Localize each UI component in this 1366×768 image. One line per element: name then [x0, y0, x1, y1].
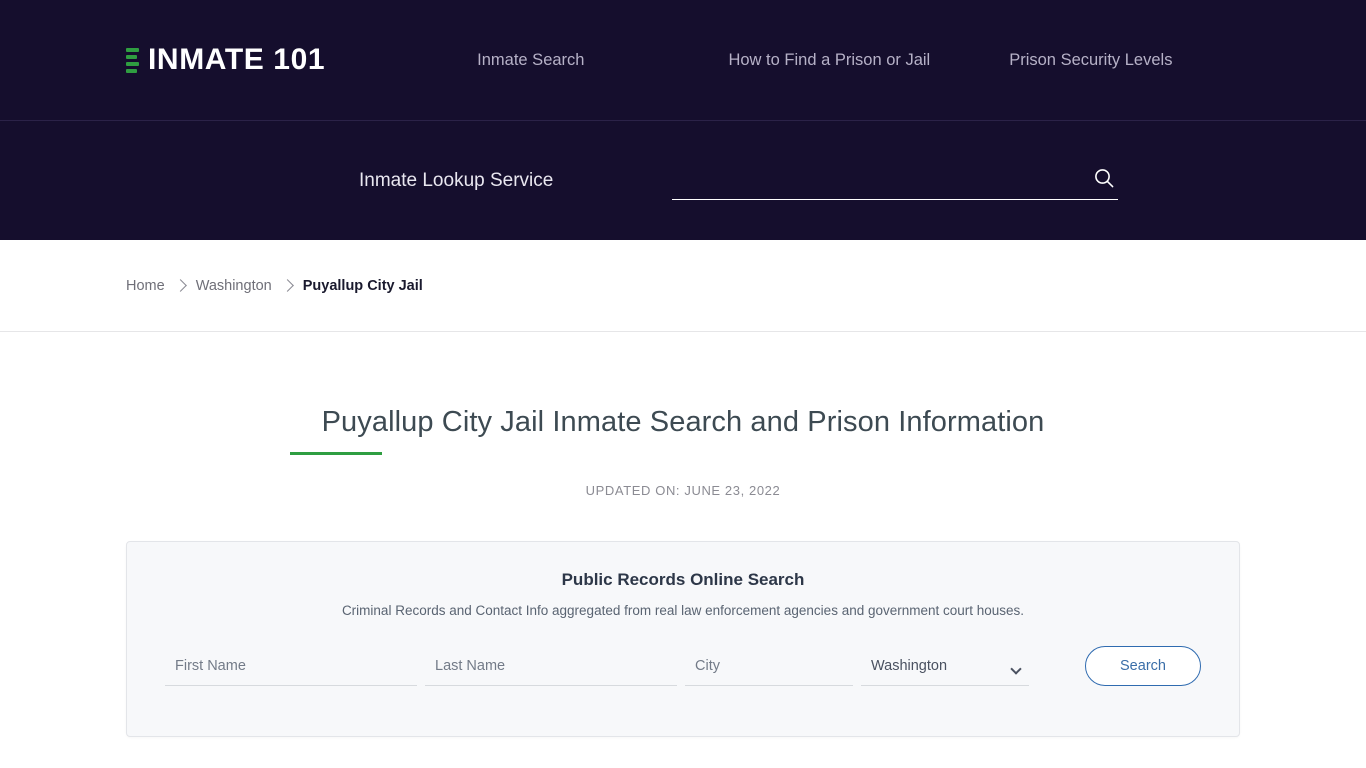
inmate-lookup-service-label: Inmate Lookup Service: [359, 169, 554, 191]
page-title: Puyallup City Jail Inmate Search and Pri…: [321, 406, 1045, 438]
title-accent-rule: [290, 452, 382, 456]
city-input[interactable]: [685, 652, 853, 687]
records-card-subtitle: Criminal Records and Contact Info aggreg…: [341, 603, 1025, 619]
public-records-form: Washington Search: [165, 646, 1201, 687]
main-navigation: Inmate Search How to Find a Prison or Ja…: [477, 45, 1172, 76]
state-select[interactable]: Washington: [861, 652, 1029, 687]
chevron-right-icon: [173, 279, 187, 292]
search-button[interactable]: Search: [1085, 646, 1201, 687]
chevron-right-icon: [280, 279, 294, 292]
first-name-field-wrapper: [165, 652, 417, 687]
site-header: INMATE 101 Inmate Search How to Find a P…: [0, 0, 1366, 240]
brand-logo[interactable]: INMATE 101: [126, 45, 325, 75]
search-icon: [1095, 168, 1114, 187]
search-submit-icon-button[interactable]: [1092, 166, 1116, 190]
breadcrumb-bar: Home Washington Puyallup City Jail: [0, 240, 1366, 332]
header-search-bar: Inmate Lookup Service: [0, 121, 1366, 240]
last-name-field-wrapper: [425, 652, 677, 687]
updated-on-text: UPDATED ON: JUNE 23, 2022: [585, 483, 781, 499]
records-card-title: Public Records Online Search: [561, 570, 805, 590]
nav-item-prison-security-levels[interactable]: Prison Security Levels: [1009, 45, 1172, 76]
first-name-input[interactable]: [165, 652, 417, 687]
main-content: Puyallup City Jail Inmate Search and Pri…: [0, 332, 1366, 738]
breadcrumb: Home Washington Puyallup City Jail: [126, 278, 423, 294]
state-field-wrapper: Washington: [861, 652, 1029, 687]
public-records-search-card: Public Records Online Search Criminal Re…: [126, 541, 1240, 738]
header-search-wrapper: [672, 161, 1119, 200]
logo-bars-icon: [126, 47, 139, 73]
header-top-bar: INMATE 101 Inmate Search How to Find a P…: [0, 0, 1366, 121]
city-field-wrapper: [685, 652, 853, 687]
nav-item-inmate-search[interactable]: Inmate Search: [477, 45, 584, 76]
brand-name: INMATE 101: [148, 43, 326, 76]
nav-item-how-to-find-a-prison-or-jail[interactable]: How to Find a Prison or Jail: [728, 45, 930, 76]
breadcrumb-item-current: Puyallup City Jail: [302, 277, 423, 294]
page-title-block: Puyallup City Jail Inmate Search and Pri…: [126, 332, 1240, 498]
breadcrumb-item-washington[interactable]: Washington: [196, 278, 272, 294]
breadcrumb-item-home[interactable]: Home: [126, 278, 165, 294]
search-input[interactable]: [672, 161, 1119, 200]
last-name-input[interactable]: [425, 652, 677, 687]
